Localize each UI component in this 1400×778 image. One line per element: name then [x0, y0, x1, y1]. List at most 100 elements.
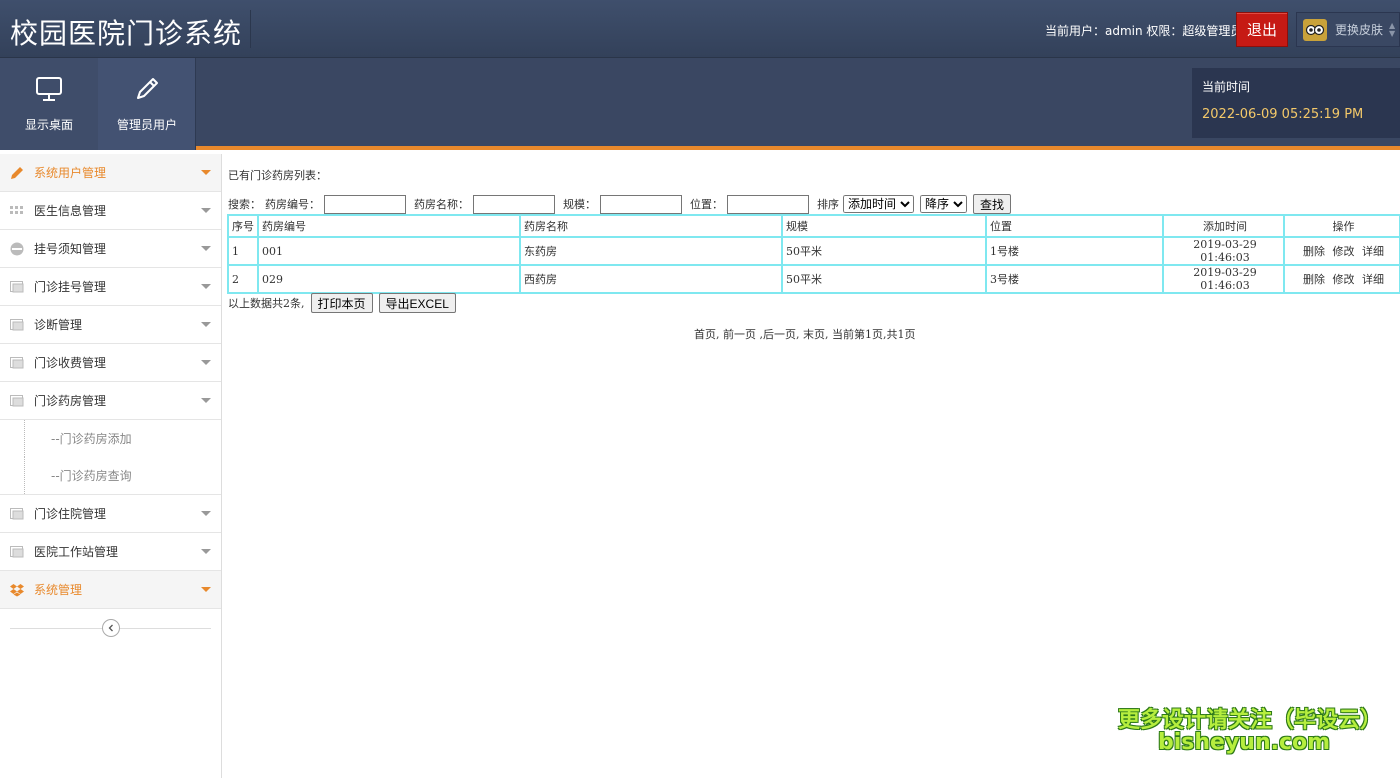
cell-actions: 删除 修改 详细	[1283, 236, 1400, 266]
sidebar-item-diagnosis[interactable]: 诊断管理	[0, 306, 221, 344]
search-button[interactable]: 查找	[973, 194, 1012, 214]
sort-order-select[interactable]: 降序	[920, 195, 967, 213]
submenu-item-pharmacy-query[interactable]: --门诊药房查询	[24, 457, 221, 494]
sidebar-item-outpatient-registration[interactable]: 门诊挂号管理	[0, 268, 221, 306]
record-count-text: 以上数据共2条,	[228, 297, 305, 310]
admin-user-label: 管理员用户	[116, 118, 177, 132]
pharmacy-table: 序号 药房编号 药房名称 规模 位置 添加时间 操作 1 001 东药房 50平…	[227, 214, 1400, 294]
edit-link[interactable]: 修改	[1333, 273, 1355, 286]
column-header-code: 药房编号	[257, 214, 521, 238]
cell-name: 西药房	[519, 264, 783, 294]
sort-field-select[interactable]: 添加时间	[843, 195, 914, 213]
window-icon	[10, 318, 24, 332]
caret-down-icon	[201, 322, 211, 327]
window-icon	[10, 394, 24, 408]
app-title: 校园医院门诊系统	[10, 17, 243, 50]
sidebar-item-label: 门诊药房管理	[34, 394, 107, 408]
pharmacy-code-input[interactable]	[324, 194, 406, 214]
column-header-time: 添加时间	[1162, 214, 1285, 238]
column-header-actions: 操作	[1283, 214, 1400, 238]
main-content: 已有门诊药房列表： 搜索： 药房编号： 药房名称： 规模： 位置： 排序 添加时…	[227, 154, 1400, 778]
owl-icon	[1303, 18, 1327, 41]
pagination[interactable]: 首页, 前一页 ,后一页, 末页, 当前第1页,共1页	[694, 326, 915, 342]
cell-location: 3号楼	[985, 264, 1164, 294]
caret-down-icon	[201, 587, 211, 592]
show-desktop-button[interactable]: 显示桌面	[0, 58, 98, 150]
delete-link[interactable]: 删除	[1303, 245, 1325, 258]
sidebar-item-inpatient[interactable]: 门诊住院管理	[0, 495, 221, 533]
dropbox-icon	[10, 583, 24, 597]
sidebar-item-system-users[interactable]: 系统用户管理	[0, 154, 221, 192]
cell-code: 029	[257, 264, 521, 294]
logout-button[interactable]: 退出	[1236, 12, 1288, 47]
summary-row: 以上数据共2条, 打印本页 导出EXCEL	[228, 293, 456, 313]
code-label: 药房编号：	[265, 198, 320, 211]
caret-down-icon	[201, 208, 211, 213]
cell-scale: 50平米	[781, 236, 987, 266]
grid-icon	[10, 204, 24, 218]
caret-down-icon	[201, 284, 211, 289]
collapse-sidebar-button[interactable]	[102, 619, 120, 637]
scale-input[interactable]	[600, 194, 682, 214]
sidebar-item-workstation[interactable]: 医院工作站管理	[0, 533, 221, 571]
sidebar-item-label: 门诊住院管理	[34, 507, 107, 521]
cell-time: 2019-03-29 01:46:03	[1162, 264, 1285, 294]
sidebar-item-label: 系统管理	[34, 583, 83, 597]
cell-actions: 删除 修改 详细	[1283, 264, 1400, 294]
column-header-index: 序号	[227, 214, 259, 238]
detail-link[interactable]: 详细	[1362, 245, 1384, 258]
sidebar-item-doctors[interactable]: 医生信息管理	[0, 192, 221, 230]
chevron-left-icon	[108, 624, 113, 632]
minus-circle-icon	[10, 242, 24, 256]
edit-link[interactable]: 修改	[1333, 245, 1355, 258]
name-label: 药房名称：	[414, 198, 469, 211]
current-user-info: 当前用户：admin 权限：超级管理员	[1045, 24, 1243, 38]
change-skin-label: 更换皮肤	[1335, 23, 1384, 37]
sidebar-collapse-row	[0, 609, 221, 649]
sidebar-item-label: 医院工作站管理	[34, 545, 119, 559]
pencil-icon	[132, 74, 162, 106]
sort-label: 排序	[817, 198, 839, 211]
monitor-icon	[34, 74, 64, 106]
list-title: 已有门诊药房列表：	[228, 169, 327, 182]
change-skin-button[interactable]: 更换皮肤 ▲ ▼	[1296, 12, 1400, 47]
detail-link[interactable]: 详细	[1362, 273, 1384, 286]
sidebar: 系统用户管理 医生信息管理 挂号须知管理 门诊挂号管理 诊断管理 门诊收费管理	[0, 154, 222, 778]
sidebar-item-label: 诊断管理	[34, 318, 83, 332]
search-bar: 搜索： 药房编号： 药房名称： 规模： 位置： 排序 添加时间 降序 查找	[228, 194, 1012, 214]
export-excel-button[interactable]: 导出EXCEL	[378, 293, 456, 313]
cell-location: 1号楼	[985, 236, 1164, 266]
print-page-button[interactable]: 打印本页	[310, 293, 373, 313]
pharmacy-name-input[interactable]	[473, 194, 555, 214]
sidebar-item-label: 门诊挂号管理	[34, 280, 107, 294]
sidebar-item-label: 系统用户管理	[34, 166, 107, 180]
watermark-url: bisheyun.com	[1158, 730, 1331, 755]
caret-down-icon	[201, 360, 211, 365]
search-prefix-label: 搜索：	[228, 198, 261, 211]
cell-code: 001	[257, 236, 521, 266]
cell-index: 2	[227, 264, 259, 294]
caret-down-icon	[201, 511, 211, 516]
location-label: 位置：	[690, 198, 723, 211]
submenu-item-pharmacy-add[interactable]: --门诊药房添加	[24, 420, 221, 457]
sidebar-item-registration-notice[interactable]: 挂号须知管理	[0, 230, 221, 268]
current-time-label: 当前时间	[1202, 80, 1251, 94]
show-desktop-label: 显示桌面	[24, 118, 73, 132]
sidebar-item-outpatient-billing[interactable]: 门诊收费管理	[0, 344, 221, 382]
top-header: 校园医院门诊系统 当前用户：admin 权限：超级管理员 退出 更换皮肤 ▲ ▼	[0, 0, 1400, 58]
sidebar-item-system-management[interactable]: 系统管理	[0, 571, 221, 609]
sidebar-item-outpatient-pharmacy[interactable]: 门诊药房管理	[0, 382, 221, 420]
column-header-name: 药房名称	[519, 214, 783, 238]
column-header-location: 位置	[985, 214, 1164, 238]
admin-user-button[interactable]: 管理员用户	[98, 58, 196, 150]
pencil-icon	[10, 166, 24, 180]
window-icon	[10, 507, 24, 521]
window-icon	[10, 356, 24, 370]
cell-index: 1	[227, 236, 259, 266]
location-input[interactable]	[727, 194, 809, 214]
table-header-row: 序号 药房编号 药房名称 规模 位置 添加时间 操作	[227, 214, 1400, 238]
delete-link[interactable]: 删除	[1303, 273, 1325, 286]
toolbar-divider	[195, 58, 196, 150]
current-time-panel: 当前时间 2022-06-09 05:25:19 PM	[1192, 68, 1400, 138]
caret-down-icon	[201, 170, 211, 175]
